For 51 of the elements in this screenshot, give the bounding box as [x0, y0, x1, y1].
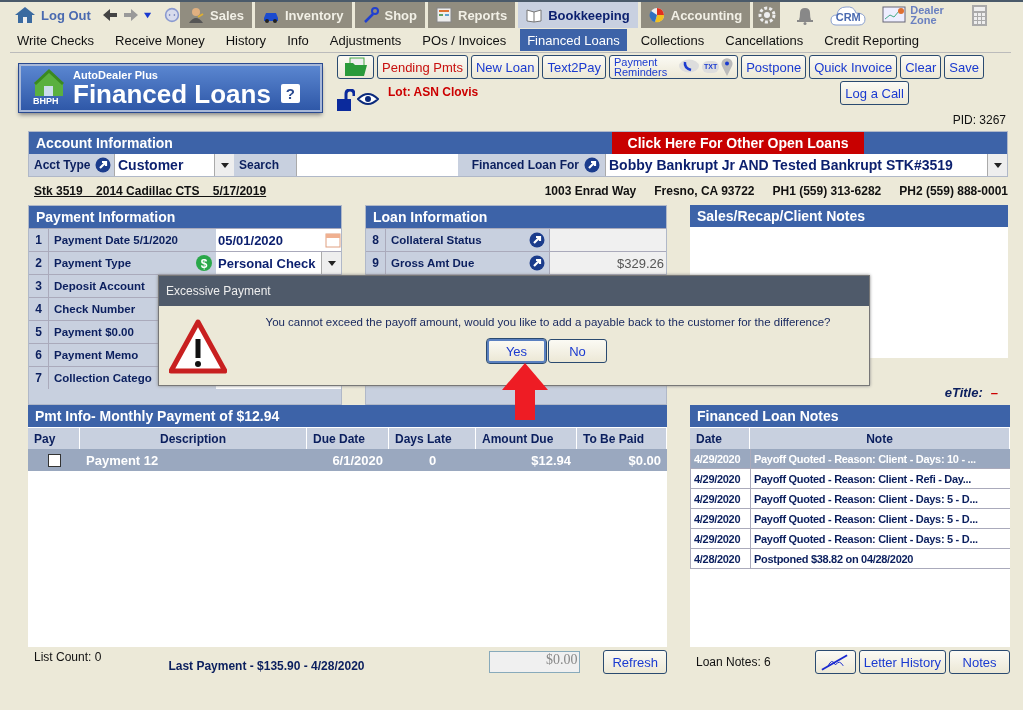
- field-label: Financed Loan For: [471, 158, 579, 172]
- list-count-label: List Count: 0: [33, 650, 102, 664]
- table-cell: Payment 12: [80, 449, 307, 471]
- banner-title: Financed Loans: [73, 80, 271, 107]
- row-number: 8: [366, 229, 386, 251]
- dialog-title: Excessive Payment: [159, 276, 869, 306]
- pmt-info-header: Pmt Info- Monthly Payment of $12.94: [28, 405, 667, 427]
- field-label: Payment $0.00: [54, 326, 134, 338]
- loan-notes-header: Financed Loan Notes: [690, 405, 1010, 427]
- field-label: Payment Memo: [54, 349, 139, 361]
- banner-subtitle: AutoDealer Plus: [73, 69, 159, 81]
- row-number: 2: [29, 252, 49, 274]
- total-field: $0.00: [489, 651, 581, 673]
- loan-notes-count: Loan Notes: 6: [695, 655, 771, 669]
- row-number: 7: [29, 367, 49, 389]
- logo-caption: BHPH: [33, 96, 59, 106]
- row-number: 4: [29, 298, 49, 320]
- panel-title: Account Information: [36, 135, 173, 151]
- etitle-label: eTitle:: [944, 385, 983, 400]
- field-label: Gross Amt Due: [391, 257, 475, 269]
- address-text: 1003 Enrad Way: [544, 184, 637, 198]
- dollar-icon: $: [196, 255, 212, 271]
- address-text: Fresno, CA 93722: [654, 184, 755, 198]
- pid-label: PID: 3267: [951, 113, 1007, 129]
- table-cell: $12.94: [476, 449, 577, 471]
- address-text: PH1 (559) 313-6282: [772, 184, 882, 198]
- loan-information-header: Loan Information: [366, 206, 666, 228]
- lot-label: Lot: ASN Clovis: [388, 85, 479, 99]
- table-cell: $0.00: [577, 449, 667, 471]
- field-label: Search: [239, 158, 280, 172]
- table-cell: 0: [389, 449, 476, 471]
- field-value: $329.26: [549, 252, 666, 274]
- client-notes-header: Sales/Recap/Client Notes: [690, 205, 1008, 227]
- field-label: Collection Catego: [54, 372, 152, 384]
- row-number: 5: [29, 321, 49, 343]
- dialog-message: You cannot exceed the payoff amount, would you like to add a payable back to the customer for the difference?: [265, 316, 831, 328]
- last-payment-label: Last Payment - $135.90 - 4/28/2020: [168, 659, 365, 673]
- row-number: 6: [29, 344, 49, 366]
- field-label: Payment Date 5/1/2020: [54, 234, 179, 246]
- field-label: Deposit Account: [54, 280, 145, 292]
- row-number: 3: [29, 275, 49, 297]
- row-number: 9: [366, 252, 386, 274]
- table-cell: 6/1/2020: [307, 449, 389, 471]
- payment-information-header: Payment Information: [29, 206, 341, 228]
- field-label: Check Number: [54, 303, 136, 315]
- field-label: Acct Type: [34, 158, 91, 172]
- field-label: Payment Type: [54, 257, 132, 269]
- field-label: Collateral Status: [391, 234, 482, 246]
- etitle-value: –: [990, 385, 998, 400]
- address-text: PH2 (559) 888-0001: [899, 184, 1008, 198]
- row-number: 1: [29, 229, 49, 251]
